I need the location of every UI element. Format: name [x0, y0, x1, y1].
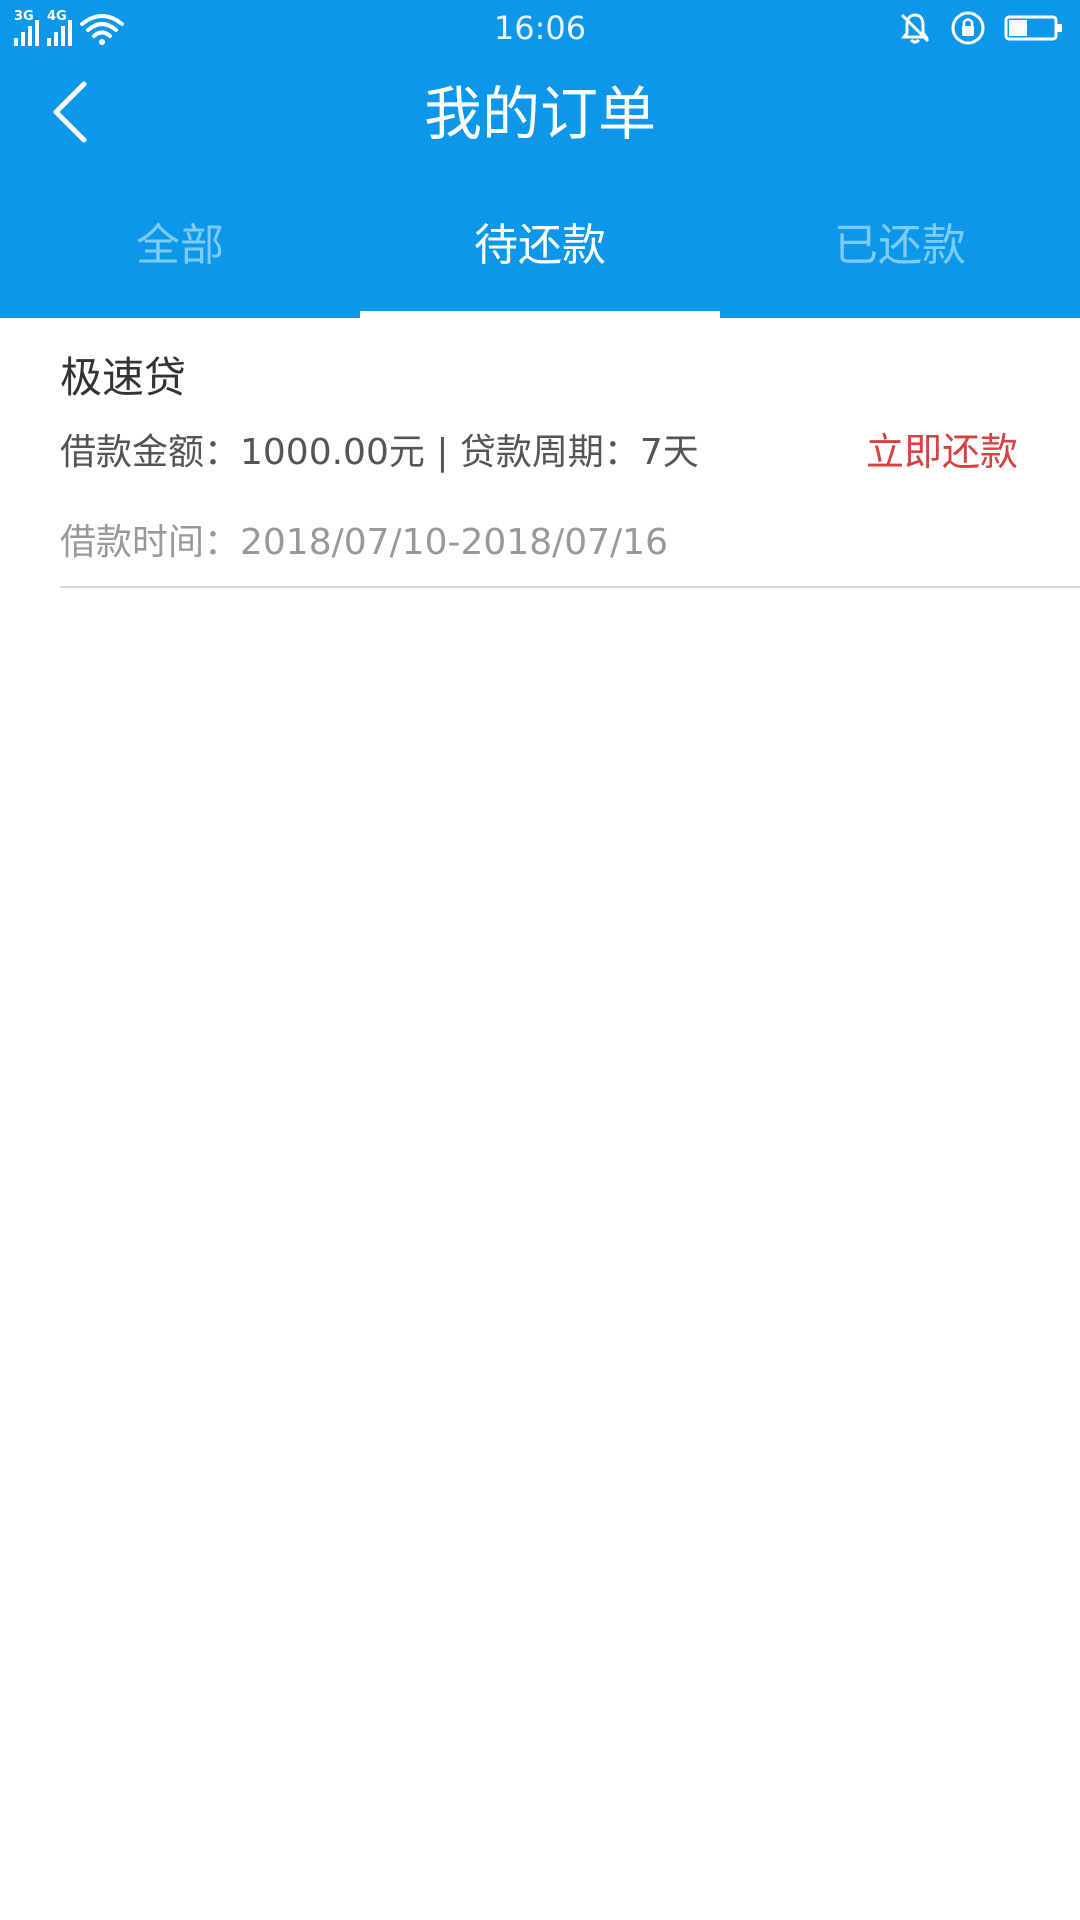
- vibrate-icon: [900, 13, 930, 44]
- tab-label: 已还款: [834, 220, 966, 271]
- header: 3G 4G 16:06 我的订单 全部 待还款 已还款: [0, 0, 1080, 318]
- tab-label: 待还款: [474, 220, 606, 271]
- status-right: [898, 10, 1064, 46]
- rotation-lock-icon: [951, 11, 985, 45]
- page-title: 我的订单: [423, 80, 656, 148]
- repay-now-button[interactable]: 立即还款: [866, 426, 1018, 478]
- product-name: 极速贷: [60, 353, 187, 402]
- loan-time: 借款时间：2018/07/10-2018/07/16: [60, 522, 668, 563]
- battery-icon: [1004, 15, 1062, 41]
- tab-bar: 全部 待还款 已还款: [0, 200, 1080, 318]
- status-bar: 3G 4G 16:06: [0, 0, 1080, 56]
- order-list-item: 极速贷 借款金额：1000.00元 | 贷款周期：7天 立即还款 借款时间：20…: [60, 318, 1080, 588]
- tab-repaid[interactable]: 已还款: [720, 200, 1080, 318]
- tab-all[interactable]: 全部: [0, 200, 360, 318]
- loan-info: 借款金额：1000.00元 | 贷款周期：7天: [60, 432, 699, 473]
- tab-pending-repayment[interactable]: 待还款: [360, 200, 720, 318]
- tab-indicator: [360, 311, 720, 318]
- tab-label: 全部: [136, 220, 224, 271]
